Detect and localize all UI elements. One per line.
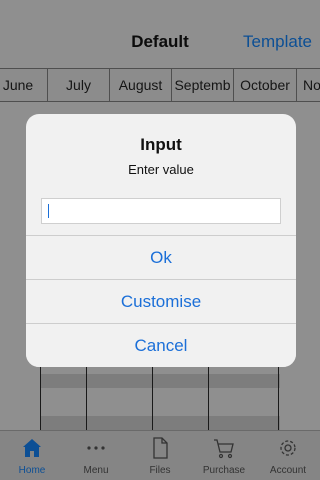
value-input[interactable] — [42, 199, 280, 223]
month-september[interactable]: Septemb — [171, 68, 234, 102]
grid-line — [278, 360, 279, 430]
cancel-button[interactable]: Cancel — [26, 323, 296, 367]
tab-account[interactable]: Account — [256, 431, 320, 480]
navigation-bar: Default Template — [0, 20, 320, 64]
ok-button[interactable]: Ok — [26, 235, 296, 280]
tab-label: Menu — [83, 465, 109, 476]
customise-button[interactable]: Customise — [26, 279, 296, 324]
month-october[interactable]: October — [233, 68, 297, 102]
ellipsis-icon — [87, 446, 105, 450]
tab-bar: Home Menu Files Purchase Account — [0, 430, 320, 480]
grid-line — [86, 360, 87, 430]
tab-label: Account — [269, 465, 307, 476]
month-june[interactable]: June — [0, 68, 48, 102]
tab-home[interactable]: Home — [0, 431, 64, 480]
value-input-container — [41, 198, 281, 224]
month-july[interactable]: July — [47, 68, 110, 102]
grid-line — [152, 360, 153, 430]
text-caret — [48, 204, 49, 218]
tab-label: Home — [18, 465, 46, 476]
tab-menu[interactable]: Menu — [64, 431, 128, 480]
month-august[interactable]: August — [109, 68, 172, 102]
month-november[interactable]: No — [296, 68, 320, 102]
cart-icon — [214, 439, 234, 459]
tab-files[interactable]: Files — [128, 431, 192, 480]
grid-line — [208, 360, 209, 430]
grid-line — [40, 360, 41, 430]
document-icon — [153, 437, 168, 459]
tab-purchase[interactable]: Purchase — [192, 431, 256, 480]
template-button[interactable]: Template — [243, 32, 312, 52]
grid-row — [40, 416, 280, 430]
month-selector: June July August Septemb October No — [0, 68, 320, 102]
tab-label: Files — [149, 465, 171, 476]
gear-icon — [280, 440, 296, 456]
home-icon — [23, 439, 41, 457]
tab-label: Purchase — [202, 465, 246, 476]
input-alert-dialog: Input Enter value Ok Customise Cancel — [26, 114, 296, 367]
alert-title: Input — [140, 135, 182, 154]
alert-message: Enter value — [128, 162, 194, 177]
grid-row — [40, 374, 280, 388]
calendar-grid — [0, 360, 320, 430]
